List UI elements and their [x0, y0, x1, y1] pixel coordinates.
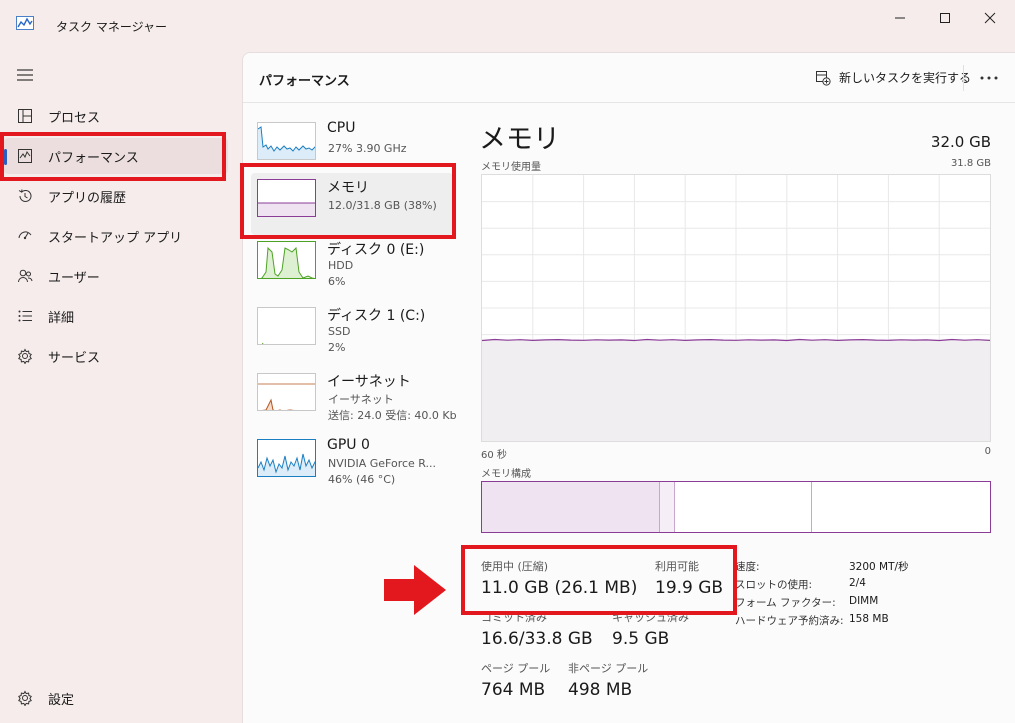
sidebar-item-label: スタートアップ アプリ — [48, 230, 183, 246]
slots-value: 2/4 — [849, 577, 866, 589]
slots-label: スロットの使用: — [735, 579, 813, 591]
more-options-icon — [980, 76, 998, 80]
memory-total: 32.0 GB — [930, 133, 991, 151]
task-manager-app-icon — [16, 16, 34, 30]
sidebar-item-label: 設定 — [48, 692, 75, 708]
composition-label: メモリ構成 — [481, 469, 531, 480]
resource-detail: 27% 3.90 GHz — [328, 142, 407, 155]
cpu-thumbnail-graph — [257, 122, 316, 160]
sidebar-item-label: アプリの履歴 — [48, 190, 127, 206]
startup-icon — [16, 227, 34, 245]
services-icon — [16, 347, 34, 365]
committed-value: 16.6/33.8 GB — [481, 629, 593, 649]
main-panel: パフォーマンス 新しいタスクを実行する CPU 27% 3.90 GHz メモリ… — [240, 52, 1015, 723]
processes-icon — [16, 107, 34, 125]
new-task-button[interactable]: 新しいタスクを実行する — [815, 69, 971, 86]
header-divider — [963, 65, 964, 91]
cached-value: 9.5 GB — [612, 629, 670, 649]
resource-ethernet[interactable]: イーサネット イーサネット 送信: 24.0 受信: 40.0 Kb — [251, 367, 457, 429]
resource-gpu[interactable]: GPU 0 NVIDIA GeForce R... 46% (46 °C) — [251, 433, 453, 495]
page-title: パフォーマンス — [259, 74, 350, 89]
sidebar-item-label: 詳細 — [48, 310, 75, 326]
resource-name: CPU — [327, 120, 356, 136]
resource-name: ディスク 1 (C:) — [327, 308, 426, 324]
sidebar-item-label: サービス — [48, 350, 101, 366]
window-title: タスク マネージャー — [56, 20, 167, 34]
sidebar-item-details[interactable]: 詳細 — [4, 298, 228, 334]
highlight-box-memory — [240, 163, 456, 239]
close-button[interactable] — [967, 4, 1013, 32]
resource-disk-0[interactable]: ディスク 0 (E:) HDD 6% — [251, 235, 453, 297]
gear-icon — [16, 689, 34, 707]
composition-modified — [660, 482, 675, 532]
title-bar: タスク マネージャー — [0, 0, 1015, 50]
resource-detail-2: 2% — [328, 341, 346, 354]
usage-area — [482, 339, 990, 441]
disk1-thumbnail-graph — [257, 307, 316, 345]
hardware-reserved-value: 158 MB — [849, 613, 889, 625]
speed-label: 速度: — [735, 561, 760, 573]
gpu-thumbnail-graph — [257, 439, 316, 477]
sidebar-item-label: プロセス — [48, 110, 101, 126]
close-icon — [984, 12, 996, 24]
resource-detail: イーサネット — [328, 393, 394, 406]
red-arrow-icon — [384, 565, 446, 615]
composition-in-use — [482, 482, 660, 532]
resource-name: イーサネット — [327, 374, 411, 390]
speed-value: 3200 MT/秒 — [849, 561, 909, 573]
history-icon — [16, 187, 34, 205]
usage-graph-label: メモリ使用量 — [481, 162, 541, 173]
resource-detail: SSD — [328, 325, 351, 338]
resource-detail: HDD — [328, 259, 354, 272]
ethernet-thumbnail-graph — [257, 373, 316, 411]
minimize-button[interactable] — [877, 4, 923, 32]
sidebar-item-users[interactable]: ユーザー — [4, 258, 228, 294]
resource-detail-2: 6% — [328, 275, 346, 288]
paged-pool-label: ページ プール — [481, 662, 551, 675]
memory-usage-graph — [481, 174, 991, 442]
details-icon — [16, 307, 34, 325]
nonpaged-pool-label: 非ページ プール — [568, 662, 649, 675]
nonpaged-pool-value: 498 MB — [568, 680, 633, 700]
form-factor-value: DIMM — [849, 595, 879, 607]
form-factor-label: フォーム ファクター: — [735, 597, 836, 609]
usage-graph-max: 31.8 GB — [950, 158, 991, 169]
sidebar-item-services[interactable]: サービス — [4, 338, 228, 374]
hamburger-menu-icon[interactable] — [16, 68, 34, 82]
resource-disk-1[interactable]: ディスク 1 (C:) SSD 2% — [251, 301, 453, 363]
maximize-button[interactable] — [922, 4, 968, 32]
detail-title: メモリ — [479, 124, 560, 155]
sidebar-item-app-history[interactable]: アプリの履歴 — [4, 178, 228, 214]
memory-composition-bar — [481, 481, 991, 533]
resource-detail: NVIDIA GeForce R... — [328, 457, 437, 470]
new-task-label: 新しいタスクを実行する — [839, 71, 972, 85]
maximize-icon — [940, 13, 950, 23]
resource-name: ディスク 0 (E:) — [327, 242, 425, 258]
more-options-button[interactable] — [975, 65, 1003, 91]
users-icon — [16, 267, 34, 285]
hardware-reserved-label: ハードウェア予約済み: — [735, 615, 844, 627]
resource-detail-2: 送信: 24.0 受信: 40.0 Kb — [328, 409, 457, 422]
highlight-box-stats — [461, 545, 737, 615]
new-task-icon — [816, 70, 831, 86]
disk0-thumbnail-graph — [257, 241, 316, 279]
highlight-box-performance — [0, 132, 226, 181]
sidebar-item-label: ユーザー — [48, 270, 100, 286]
paged-pool-value: 764 MB — [481, 680, 546, 700]
sidebar-item-startup[interactable]: スタートアップ アプリ — [4, 218, 228, 254]
main-header: パフォーマンス 新しいタスクを実行する — [243, 53, 1015, 103]
composition-standby — [675, 482, 812, 532]
resource-name: GPU 0 — [327, 437, 370, 453]
minimize-icon — [895, 17, 905, 19]
graph-axis-right: 0 — [984, 446, 991, 457]
graph-axis-left: 60 秒 — [481, 450, 507, 461]
sidebar-item-processes[interactable]: プロセス — [4, 98, 228, 134]
sidebar-item-settings[interactable]: 設定 — [4, 680, 228, 716]
resource-detail-2: 46% (46 °C) — [328, 473, 396, 486]
